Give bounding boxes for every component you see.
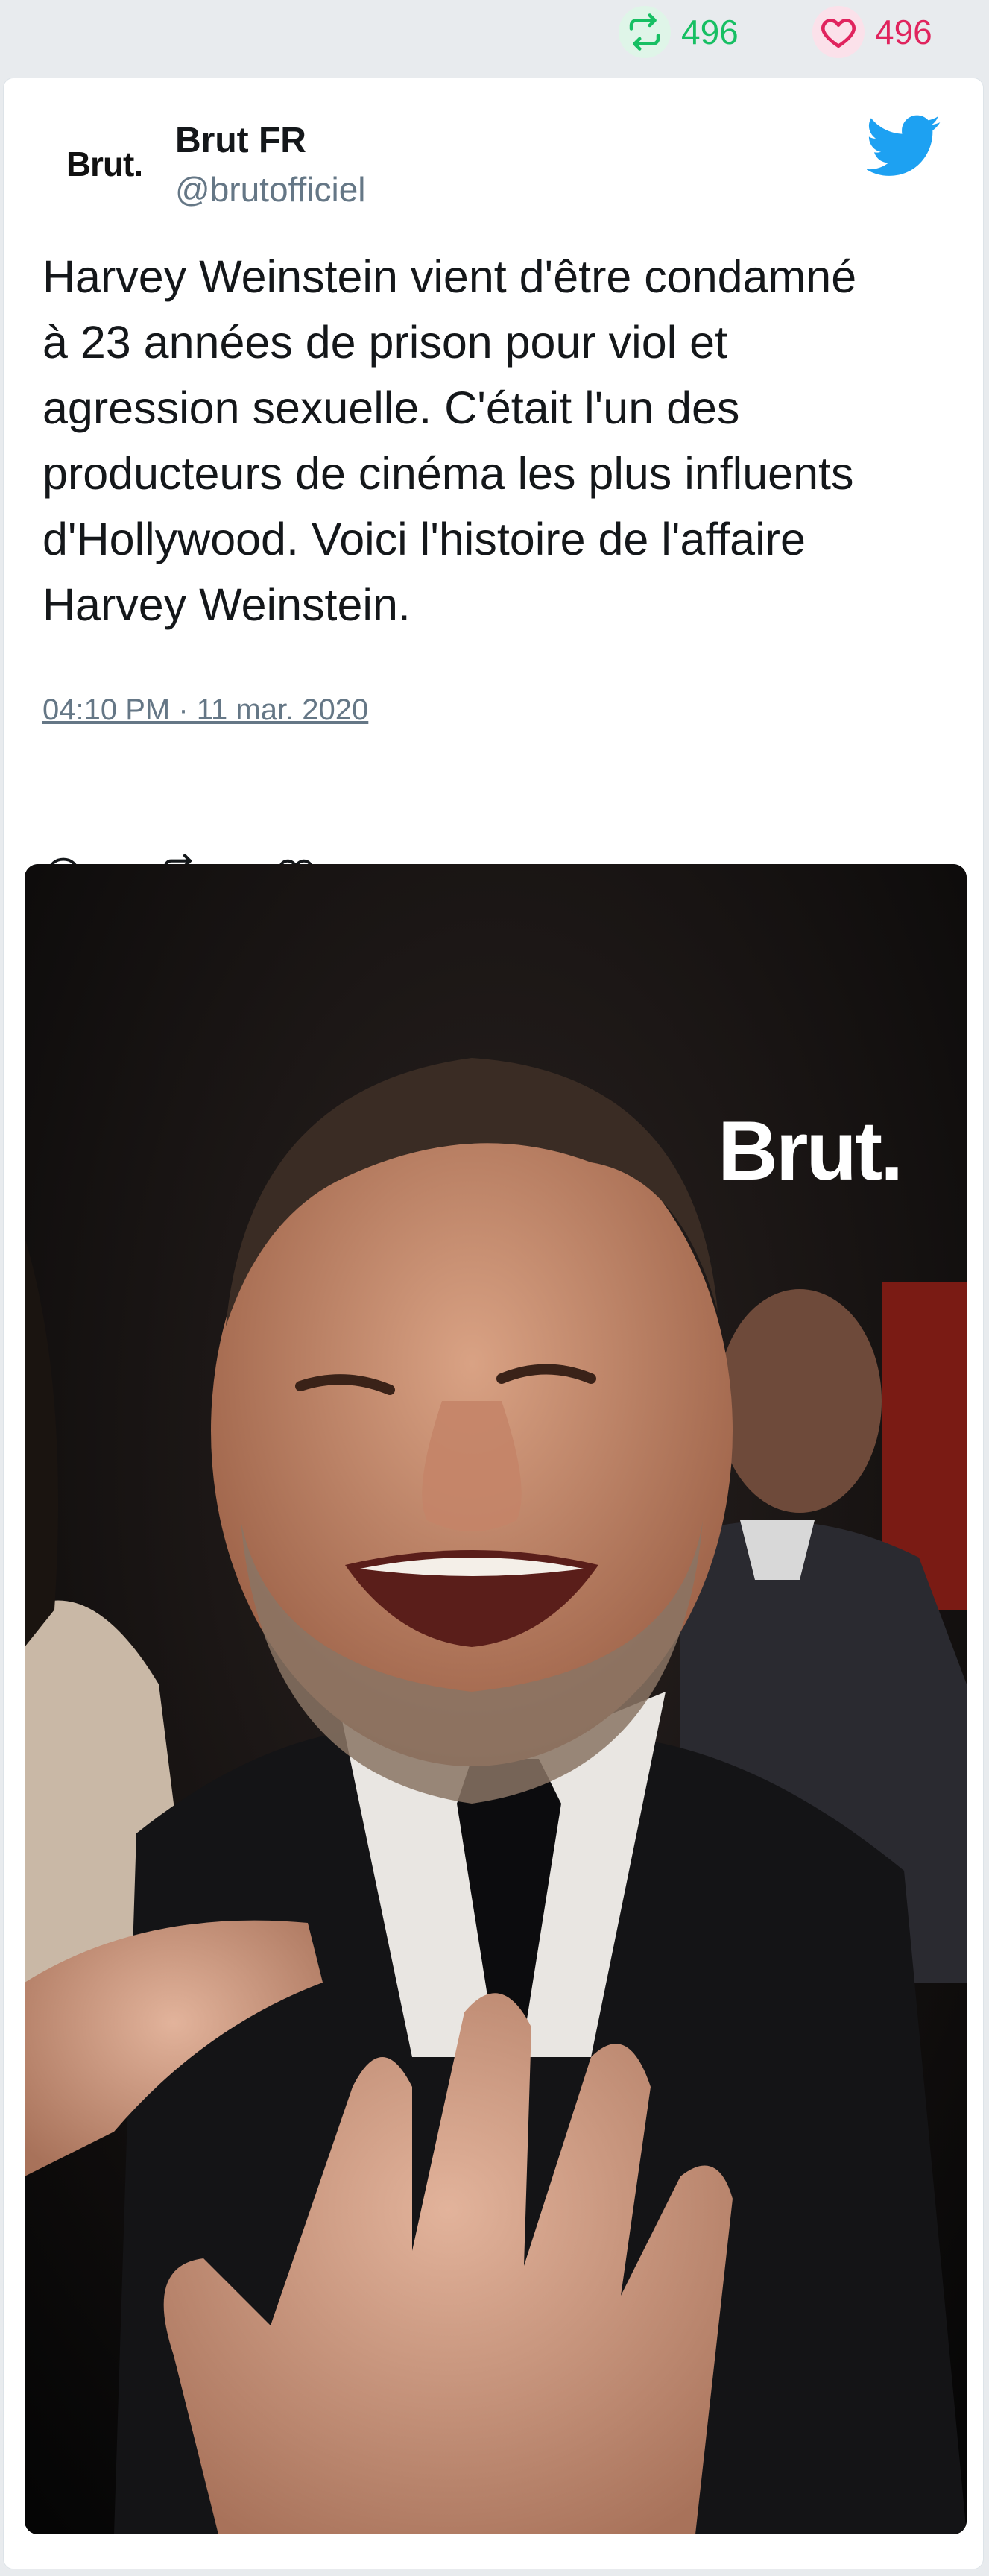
tweet-timestamp[interactable]: 04:10 PM · 11 mar. 2020 <box>42 693 368 727</box>
display-name[interactable]: Brut FR <box>175 120 306 161</box>
heart-icon <box>812 6 865 58</box>
like-count-stat[interactable]: 496 <box>812 6 932 58</box>
retweet-icon <box>619 6 671 58</box>
retweet-count-stat[interactable]: 496 <box>619 6 739 58</box>
like-count: 496 <box>875 13 932 51</box>
tweet-text: Harvey Weinstein vient d'être condamné à… <box>42 251 857 630</box>
tweet-media-photo[interactable]: Brut. <box>25 864 967 2534</box>
brand-watermark: Brut. <box>718 1104 903 1197</box>
retweet-count: 496 <box>681 13 739 51</box>
engagement-bar: 496 496 <box>0 0 989 75</box>
user-handle[interactable]: @brutofficiel <box>175 169 366 210</box>
avatar[interactable]: Brut. <box>41 123 168 205</box>
twitter-bird-icon[interactable] <box>865 108 941 183</box>
tweet-card[interactable]: Brut. Brut FR @brutofficiel Harvey Weins… <box>3 78 984 2569</box>
